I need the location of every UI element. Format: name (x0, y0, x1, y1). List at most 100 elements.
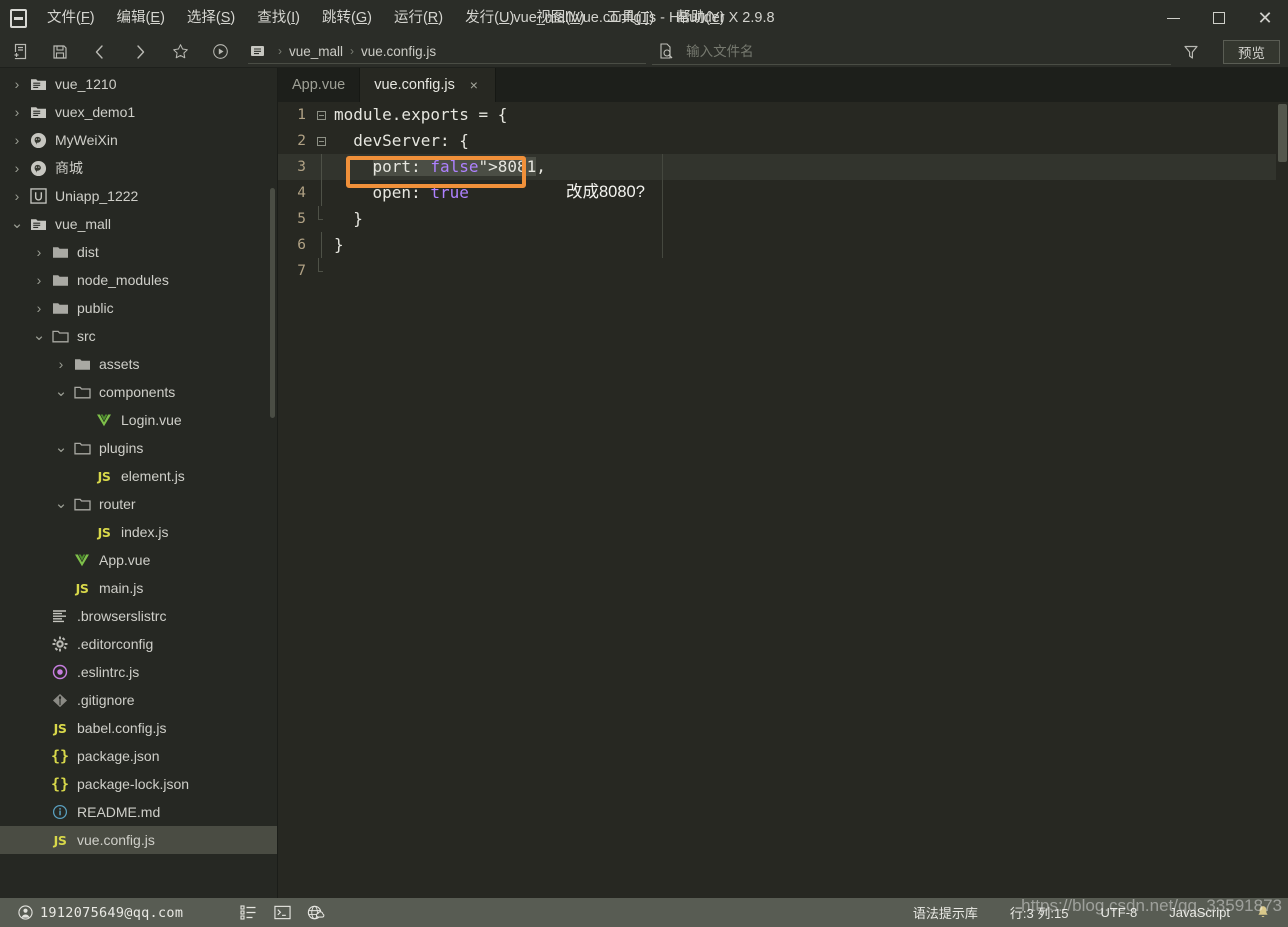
tree-item-vue_1210[interactable]: › vue_1210 (0, 70, 277, 98)
menu-item-4[interactable]: 跳转(G) (311, 0, 383, 36)
menu-item-0[interactable]: 文件(F) (36, 0, 106, 36)
code-line-4[interactable]: 4 open: true (278, 180, 1288, 206)
code-line-2[interactable]: 2 devServer: { (278, 128, 1288, 154)
menu-item-2[interactable]: 选择(S) (176, 0, 246, 36)
sidebar-scrollbar-thumb[interactable] (270, 188, 275, 418)
status-cell-2[interactable]: UTF-8 (1084, 905, 1153, 920)
menu-item-1[interactable]: 编辑(E) (106, 0, 176, 36)
save-button[interactable] (40, 36, 80, 68)
new-file-button[interactable] (0, 36, 40, 68)
code-line-5[interactable]: 5 } (278, 206, 1288, 232)
chevron-right-icon[interactable]: › (8, 104, 26, 120)
forward-button[interactable] (120, 36, 160, 68)
menu-item-6[interactable]: 发行(U) (454, 0, 525, 36)
code-selection[interactable]: port: false">8081 (372, 157, 537, 176)
account-info[interactable]: 1912075649@qq.com (18, 905, 183, 921)
tree-item-router[interactable]: ⌄ router (0, 490, 277, 518)
tree-item-node_modules[interactable]: › node_modules (0, 266, 277, 294)
minimize-button[interactable] (1150, 0, 1196, 36)
menu-item-3[interactable]: 查找(I) (246, 0, 311, 36)
tree-item-babel.config.js[interactable]: JS babel.config.js (0, 714, 277, 742)
code-text[interactable]: open: true (330, 180, 469, 206)
tree-item-src[interactable]: ⌄ src (0, 322, 277, 350)
code-text[interactable]: } (330, 206, 363, 232)
breadcrumb-part-0[interactable]: vue_mall (289, 44, 343, 59)
chevron-down-icon[interactable]: ⌄ (30, 328, 48, 343)
tree-item-dist[interactable]: › dist (0, 238, 277, 266)
tree-item-element.js[interactable]: JS element.js (0, 462, 277, 490)
tree-item-.gitignore[interactable]: .gitignore (0, 686, 277, 714)
menu-item-7[interactable]: 视图(V) (525, 0, 595, 36)
editor-vertical-scrollbar[interactable] (1276, 102, 1288, 898)
file-search-box[interactable] (652, 39, 1171, 65)
tree-item-.editorconfig[interactable]: .editorconfig (0, 630, 277, 658)
tree-item-components[interactable]: ⌄ components (0, 378, 277, 406)
tab-close-icon[interactable]: × (467, 77, 481, 93)
editor-scrollbar-thumb[interactable] (1278, 104, 1287, 162)
tree-item-README.md[interactable]: README.md (0, 798, 277, 826)
maximize-button[interactable] (1196, 0, 1242, 36)
filter-button[interactable] (1171, 36, 1211, 68)
terminal-button[interactable] (265, 898, 299, 927)
status-cell-0[interactable]: 语法提示库 (897, 903, 994, 922)
favorite-button[interactable] (160, 36, 200, 68)
tree-item-vue_mall[interactable]: ⌄ vue_mall (0, 210, 277, 238)
code-content[interactable]: 1 module.exports = {2 devServer: {3 port:… (278, 102, 1288, 284)
code-text[interactable]: devServer: { (330, 128, 469, 154)
tree-item-.browserslistrc[interactable]: .browserslistrc (0, 602, 277, 630)
menu-item-5[interactable]: 运行(R) (383, 0, 454, 36)
chevron-down-icon[interactable]: ⌄ (52, 440, 70, 455)
tree-item-package.json[interactable]: {} package.json (0, 742, 277, 770)
code-line-1[interactable]: 1 module.exports = { (278, 102, 1288, 128)
chevron-down-icon[interactable]: ⌄ (52, 384, 70, 399)
chevron-right-icon[interactable]: › (8, 132, 26, 148)
breadcrumb-part-1[interactable]: vue.config.js (361, 44, 436, 59)
tree-item-vuex_demo1[interactable]: › vuex_demo1 (0, 98, 277, 126)
code-line-7[interactable]: 7 (278, 258, 1288, 284)
file-search-input[interactable] (684, 42, 1171, 60)
chevron-right-icon[interactable]: › (8, 160, 26, 176)
project-explorer[interactable]: › vue_1210 › vuex_demo1 › MyWeiXin › 商城 › Uniapp_… (0, 68, 278, 898)
status-cell-3[interactable]: JavaScript (1153, 905, 1246, 920)
outline-list-button[interactable] (231, 898, 265, 927)
editor-tab-App.vue[interactable]: App.vue (278, 68, 361, 102)
code-text[interactable]: module.exports = { (330, 102, 507, 128)
chevron-right-icon[interactable]: › (8, 76, 26, 92)
tree-item-package-lock.json[interactable]: {} package-lock.json (0, 770, 277, 798)
code-line-3[interactable]: 3 port: false">8081, (278, 154, 1288, 180)
notification-bell-button[interactable] (1246, 898, 1280, 927)
chevron-right-icon[interactable]: › (52, 356, 70, 372)
tree-item-.eslintrc.js[interactable]: .eslintrc.js (0, 658, 277, 686)
tree-item-public[interactable]: › public (0, 294, 277, 322)
tree-item-main.js[interactable]: JS main.js (0, 574, 277, 602)
tree-item-assets[interactable]: › assets (0, 350, 277, 378)
preview-button[interactable]: 预览 (1223, 39, 1280, 64)
code-line-6[interactable]: 6} (278, 232, 1288, 258)
tree-item-MyWeiXin[interactable]: › MyWeiXin (0, 126, 277, 154)
menu-item-8[interactable]: 工具(T) (596, 0, 666, 36)
menu-item-9[interactable]: 帮助(Y) (665, 0, 735, 36)
tree-item-App.vue[interactable]: App.vue (0, 546, 277, 574)
tree-item-Login.vue[interactable]: Login.vue (0, 406, 277, 434)
tree-item-Uniapp_1222[interactable]: › Uniapp_1222 (0, 182, 277, 210)
tree-item-plugins[interactable]: ⌄ plugins (0, 434, 277, 462)
code-viewport[interactable]: 1 module.exports = {2 devServer: {3 port:… (278, 102, 1288, 898)
tree-item-index.js[interactable]: JS index.js (0, 518, 277, 546)
chevron-right-icon[interactable]: › (30, 300, 48, 316)
status-cell-1[interactable]: 行:3 列:15 (994, 903, 1085, 922)
tree-item-vue.config.js[interactable]: JS vue.config.js (0, 826, 277, 854)
close-button[interactable]: ✕ (1242, 0, 1288, 36)
code-text[interactable]: } (330, 232, 344, 258)
chevron-right-icon[interactable]: › (30, 272, 48, 288)
back-button[interactable] (80, 36, 120, 68)
chevron-down-icon[interactable]: ⌄ (52, 496, 70, 511)
tree-item-[interactable]: › 商城 (0, 154, 277, 182)
run-button[interactable] (200, 36, 240, 68)
chevron-right-icon[interactable]: › (30, 244, 48, 260)
fold-collapse-icon[interactable] (312, 110, 330, 120)
fold-collapse-icon[interactable] (312, 136, 330, 146)
chevron-right-icon[interactable]: › (8, 188, 26, 204)
breadcrumb[interactable]: › vue_mall › vue.config.js (248, 40, 647, 64)
code-text[interactable]: port: false">8081, (330, 154, 546, 180)
chevron-down-icon[interactable]: ⌄ (8, 216, 26, 231)
